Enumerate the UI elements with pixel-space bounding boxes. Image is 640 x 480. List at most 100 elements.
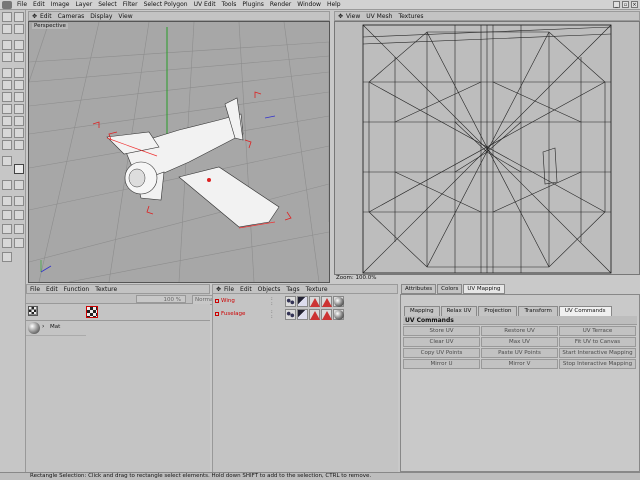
app-icon[interactable] — [2, 0, 12, 9]
texture-tag-icon[interactable] — [333, 296, 344, 307]
tab-uv-mapping[interactable]: UV Mapping — [463, 284, 505, 294]
tab-colors[interactable]: Colors — [437, 284, 463, 294]
uv-menu-uv-mesh[interactable]: UV Mesh — [363, 12, 395, 21]
paint-icon[interactable] — [2, 24, 12, 34]
color-picker-icon[interactable] — [14, 224, 24, 234]
fill-icon[interactable] — [2, 80, 12, 90]
start-interactive-mapping-button[interactable]: Start Interactive Mapping — [559, 348, 636, 358]
material-name[interactable]: Mat — [50, 324, 60, 330]
texture-tag-icon[interactable] — [333, 309, 344, 320]
material-menu-function[interactable]: Function — [61, 285, 93, 294]
material-menu-texture[interactable]: Texture — [92, 285, 120, 294]
close-icon[interactable]: × — [631, 1, 638, 8]
layer-opacity-field[interactable]: 100 % — [136, 295, 186, 303]
menu-uv-edit[interactable]: UV Edit — [191, 0, 219, 10]
viewport-menu-display[interactable]: Display — [87, 12, 115, 21]
menu-layer[interactable]: Layer — [72, 0, 95, 10]
zoom-icon[interactable] — [2, 140, 12, 150]
menu-filter[interactable]: Filter — [120, 0, 141, 10]
polygon-selection-tag2-icon[interactable] — [321, 309, 332, 320]
menu-file[interactable]: File — [14, 0, 30, 10]
menu-image[interactable]: Image — [48, 0, 73, 10]
redo-icon[interactable] — [14, 12, 24, 22]
viewport-menu-cameras[interactable]: Cameras — [55, 12, 88, 21]
material-menu-edit[interactable]: Edit — [43, 285, 61, 294]
fit-uv-to-canvas-button[interactable]: Fit UV to Canvas — [559, 337, 636, 347]
store-uv-button[interactable]: Store UV — [403, 326, 480, 336]
menu-render[interactable]: Render — [267, 0, 294, 10]
stop-interactive-mapping-button[interactable]: Stop Interactive Mapping — [559, 359, 636, 369]
color-swap-icon[interactable] — [2, 224, 12, 234]
restore-icon[interactable]: ▫ — [622, 1, 629, 8]
material-preview[interactable] — [28, 322, 40, 334]
visibility-dots-icon[interactable]: :: — [271, 310, 277, 320]
viewport-menu-edit[interactable]: Edit — [37, 12, 55, 21]
clone-icon[interactable] — [14, 104, 24, 114]
bodypaint-tag-icon[interactable] — [297, 309, 308, 320]
object-menu-tags[interactable]: Tags — [283, 285, 302, 294]
settings-icon[interactable] — [2, 252, 12, 262]
mesh-icon[interactable] — [2, 180, 12, 190]
menu-edit[interactable]: Edit — [30, 0, 48, 10]
tab-attributes[interactable]: Attributes — [401, 284, 437, 294]
rectangle-select-icon[interactable] — [14, 164, 24, 174]
uv-menu-textures[interactable]: Textures — [395, 12, 426, 21]
object-row[interactable]: Fuselage :: — [213, 309, 399, 321]
restore-uv-button[interactable]: Restore UV — [481, 326, 558, 336]
text-icon[interactable] — [2, 92, 12, 102]
copy-uv-points-button[interactable]: Copy UV Points — [403, 348, 480, 358]
polygon-icon[interactable] — [14, 116, 24, 126]
object-menu-file[interactable]: File — [221, 285, 237, 294]
object-row[interactable]: Wing :: — [213, 296, 399, 308]
scale-icon[interactable] — [14, 40, 24, 50]
render-tool-icon[interactable] — [14, 238, 24, 248]
menu-window[interactable]: Window — [294, 0, 324, 10]
brush-icon[interactable] — [14, 24, 24, 34]
gradient-icon[interactable] — [2, 128, 12, 138]
checker4-icon[interactable] — [14, 210, 24, 220]
checker-icon[interactable] — [2, 196, 12, 206]
hand-icon[interactable] — [14, 140, 24, 150]
uv-terrace-button[interactable]: UV Terrace — [559, 326, 636, 336]
lasso-icon[interactable] — [2, 68, 12, 78]
menu-plugins[interactable]: Plugins — [239, 0, 267, 10]
layer-thumbnail[interactable] — [28, 306, 38, 316]
move-icon[interactable] — [2, 40, 12, 50]
bodypaint-tag-icon[interactable] — [297, 296, 308, 307]
minimize-icon[interactable]: _ — [613, 1, 620, 8]
material-expand-icon[interactable]: › — [42, 323, 44, 330]
polygon-selection-tag-icon[interactable] — [309, 309, 320, 320]
uvw-tag-icon[interactable] — [285, 309, 296, 320]
stamp-icon[interactable] — [2, 156, 12, 166]
uvw-tag-icon[interactable] — [285, 296, 296, 307]
viewport-menu-view[interactable]: View — [115, 12, 135, 21]
uv-icon[interactable] — [14, 180, 24, 190]
object-name[interactable]: Wing — [221, 298, 235, 304]
checker3-icon[interactable] — [2, 210, 12, 220]
menu-tools[interactable]: Tools — [219, 0, 240, 10]
visibility-dots-icon[interactable]: :: — [271, 297, 277, 307]
uv-menu-view[interactable]: View — [343, 12, 363, 21]
object-menu-objects[interactable]: Objects — [255, 285, 284, 294]
object-menu-edit[interactable]: Edit — [237, 285, 255, 294]
object-menu-texture[interactable]: Texture — [303, 285, 331, 294]
smudge-icon[interactable] — [2, 104, 12, 114]
polygon-selection-tag-icon[interactable] — [309, 296, 320, 307]
projection-icon[interactable] — [14, 128, 24, 138]
menu-select-polygon[interactable]: Select Polygon — [141, 0, 191, 10]
texture-thumbnail[interactable] — [86, 306, 98, 318]
uv-editor[interactable] — [334, 21, 640, 275]
checker2-icon[interactable] — [14, 196, 24, 206]
camera-icon[interactable] — [2, 116, 12, 126]
object-name[interactable]: Fuselage — [221, 311, 245, 317]
layer-icon[interactable] — [14, 52, 24, 62]
menu-help[interactable]: Help — [324, 0, 344, 10]
polygon-selection-tag2-icon[interactable] — [321, 296, 332, 307]
mirror-v-button[interactable]: Mirror V — [481, 359, 558, 369]
eraser-icon[interactable] — [14, 92, 24, 102]
material-menu-file[interactable]: File — [27, 285, 43, 294]
rotate-icon[interactable] — [2, 52, 12, 62]
undo-icon[interactable] — [2, 12, 12, 22]
eyedropper-icon[interactable] — [14, 80, 24, 90]
mirror-u-button[interactable]: Mirror U — [403, 359, 480, 369]
